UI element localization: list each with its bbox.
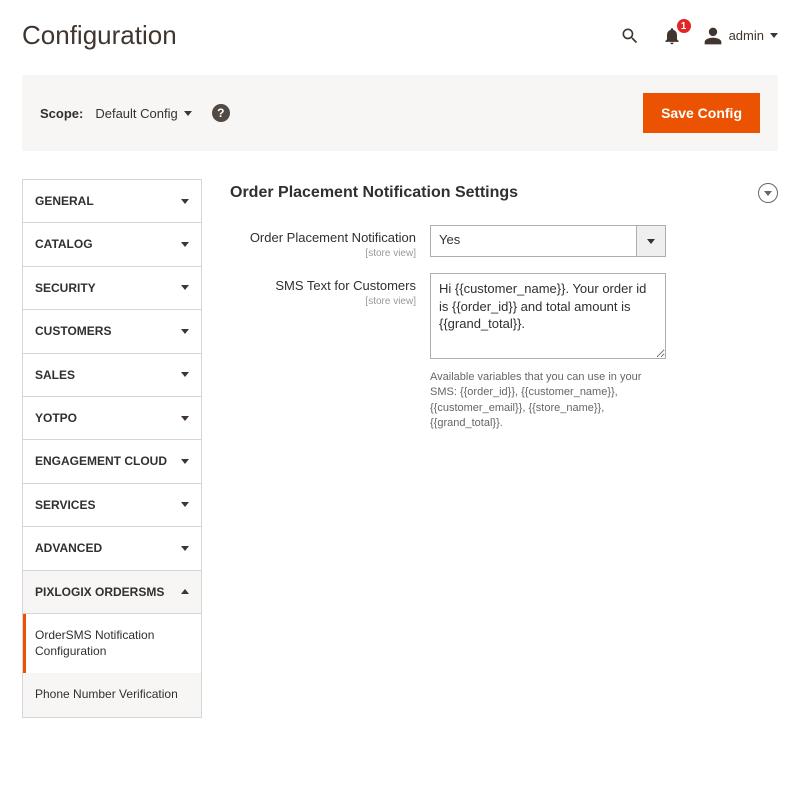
chevron-up-icon	[181, 589, 189, 594]
user-name: admin	[729, 28, 764, 43]
sidebar-item-catalog[interactable]: CATALOG	[22, 222, 202, 266]
section-collapse-toggle[interactable]	[758, 183, 778, 203]
sidebar-item-general[interactable]: GENERAL	[22, 179, 202, 223]
scope-value: Default Config	[95, 106, 177, 121]
chevron-down-icon	[764, 191, 772, 196]
sidebar-item-label: ENGAGEMENT CLOUD	[35, 454, 167, 468]
field-scope-hint: [store view]	[230, 248, 416, 259]
sidebar-item-label: CUSTOMERS	[35, 324, 111, 338]
notifications-icon[interactable]: 1	[661, 25, 683, 47]
config-sidebar: GENERAL CATALOG SECURITY CUSTOMERS SALES…	[22, 179, 202, 718]
field-label-sms-text: SMS Text for Customers	[275, 278, 416, 293]
sms-text-note: Available variables that you can use in …	[430, 370, 666, 432]
sidebar-item-label: CATALOG	[35, 237, 93, 251]
chevron-down-icon	[181, 459, 189, 464]
sidebar-item-advanced[interactable]: ADVANCED	[22, 526, 202, 570]
sidebar-item-label: SERVICES	[35, 498, 95, 512]
chevron-down-icon	[181, 372, 189, 377]
sidebar-item-services[interactable]: SERVICES	[22, 483, 202, 527]
field-scope-hint: [store view]	[230, 296, 416, 307]
chevron-down-icon	[181, 199, 189, 204]
sidebar-item-label: YOTPO	[35, 411, 77, 425]
chevron-down-icon	[181, 285, 189, 290]
select-value: Yes	[430, 225, 636, 257]
chevron-down-icon	[184, 111, 192, 116]
sidebar-item-engagement-cloud[interactable]: ENGAGEMENT CLOUD	[22, 439, 202, 483]
sidebar-item-customers[interactable]: CUSTOMERS	[22, 309, 202, 353]
help-icon[interactable]: ?	[212, 104, 230, 122]
save-config-button[interactable]: Save Config	[643, 93, 760, 133]
sidebar-item-pixlogix-ordersms[interactable]: PIXLOGIX ORDERSMS	[22, 570, 202, 614]
page-title: Configuration	[22, 20, 177, 51]
chevron-down-icon	[770, 33, 778, 38]
select-handle[interactable]	[636, 225, 666, 257]
scope-select[interactable]: Default Config	[95, 106, 191, 121]
field-label-order-placement-notification: Order Placement Notification	[250, 230, 416, 245]
chevron-down-icon	[181, 416, 189, 421]
sidebar-item-security[interactable]: SECURITY	[22, 266, 202, 310]
scope-label: Scope:	[40, 106, 83, 121]
user-menu[interactable]: admin	[703, 26, 778, 46]
sidebar-item-label: SALES	[35, 368, 75, 382]
sidebar-item-sales[interactable]: SALES	[22, 353, 202, 397]
sidebar-item-label: ADVANCED	[35, 541, 102, 555]
sidebar-item-yotpo[interactable]: YOTPO	[22, 396, 202, 440]
notification-badge: 1	[677, 19, 691, 33]
section-title: Order Placement Notification Settings	[230, 184, 518, 202]
chevron-down-icon	[647, 239, 655, 244]
user-icon	[703, 26, 723, 46]
sidebar-subitem-phone-verification[interactable]: Phone Number Verification	[23, 673, 201, 717]
sidebar-item-label: PIXLOGIX ORDERSMS	[35, 585, 164, 599]
chevron-down-icon	[181, 502, 189, 507]
order-placement-notification-select[interactable]: Yes	[430, 225, 666, 257]
chevron-down-icon	[181, 242, 189, 247]
sidebar-item-label: GENERAL	[35, 194, 94, 208]
chevron-down-icon	[181, 329, 189, 334]
sidebar-subitem-ordersms-config[interactable]: OrderSMS Notification Configuration	[23, 614, 201, 673]
sms-text-textarea[interactable]	[430, 273, 666, 359]
sidebar-item-label: SECURITY	[35, 281, 96, 295]
search-icon[interactable]	[619, 25, 641, 47]
chevron-down-icon	[181, 546, 189, 551]
